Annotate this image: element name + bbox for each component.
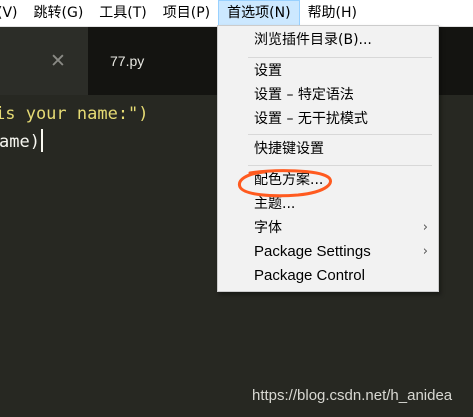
menu-bar: (V) 跳转(G) 工具(T) 项目(P) 首选项(N) 帮助(H) <box>0 0 473 27</box>
menu-goto[interactable]: 跳转(G) <box>26 0 92 26</box>
watermark-url: https://blog.csdn.net/h_anidea <box>252 387 453 404</box>
tab-active[interactable] <box>88 27 218 95</box>
menu-item-theme[interactable]: 主题... <box>218 192 438 216</box>
menu-separator <box>248 57 432 58</box>
sublime-window: (V) 跳转(G) 工具(T) 项目(P) 首选项(N) 帮助(H) ✕ 77.… <box>0 0 473 417</box>
code-line-2-text: ame) <box>0 132 40 152</box>
code-line-2: ame) <box>0 129 43 154</box>
menu-item-settings-distraction-free[interactable]: 设置 – 无干扰模式 <box>218 107 438 131</box>
text-cursor <box>40 129 43 152</box>
preferences-dropdown: 浏览插件目录(B)... 设置 设置 – 特定语法 设置 – 无干扰模式 快捷键… <box>217 25 439 292</box>
menu-item-color-scheme[interactable]: 配色方案... <box>218 168 438 192</box>
menu-item-label: 配色方案... <box>254 172 324 188</box>
menu-item-browse-packages[interactable]: 浏览插件目录(B)... <box>218 28 438 52</box>
menu-item-label: 浏览插件目录(B)... <box>254 32 372 48</box>
menu-project[interactable]: 项目(P) <box>155 0 218 26</box>
code-line-1: is your name:") <box>0 104 149 124</box>
menu-item-settings-syntax[interactable]: 设置 – 特定语法 <box>218 83 438 107</box>
menu-item-label: 设置 <box>254 63 282 79</box>
menu-preferences[interactable]: 首选项(N) <box>218 0 300 26</box>
chevron-right-icon: › <box>422 244 428 259</box>
tab-previous[interactable]: ✕ <box>0 27 88 95</box>
menu-item-label: 主题... <box>254 196 296 212</box>
menu-view[interactable]: (V) <box>0 0 26 26</box>
menu-item-settings[interactable]: 设置 <box>218 59 438 83</box>
menu-separator <box>248 165 432 166</box>
menu-item-package-control[interactable]: Package Control <box>218 264 438 288</box>
menu-item-label: 快捷键设置 <box>254 141 324 157</box>
menu-help[interactable]: 帮助(H) <box>300 0 365 26</box>
menu-item-package-settings[interactable]: Package Settings › <box>218 240 438 264</box>
menu-item-label: 字体 <box>254 220 282 236</box>
menu-item-label: 设置 – 特定语法 <box>254 87 354 103</box>
menu-item-label: Package Settings <box>254 243 371 260</box>
menu-item-font[interactable]: 字体 › <box>218 216 438 240</box>
chevron-right-icon: › <box>422 220 428 235</box>
menu-tools[interactable]: 工具(T) <box>91 0 154 26</box>
close-icon[interactable]: ✕ <box>48 49 68 73</box>
menu-item-label: Package Control <box>254 267 365 284</box>
menu-item-label: 设置 – 无干扰模式 <box>254 111 368 127</box>
menu-separator <box>248 134 432 135</box>
tab-label: 77.py <box>110 53 145 69</box>
menu-item-key-bindings[interactable]: 快捷键设置 <box>218 137 438 161</box>
